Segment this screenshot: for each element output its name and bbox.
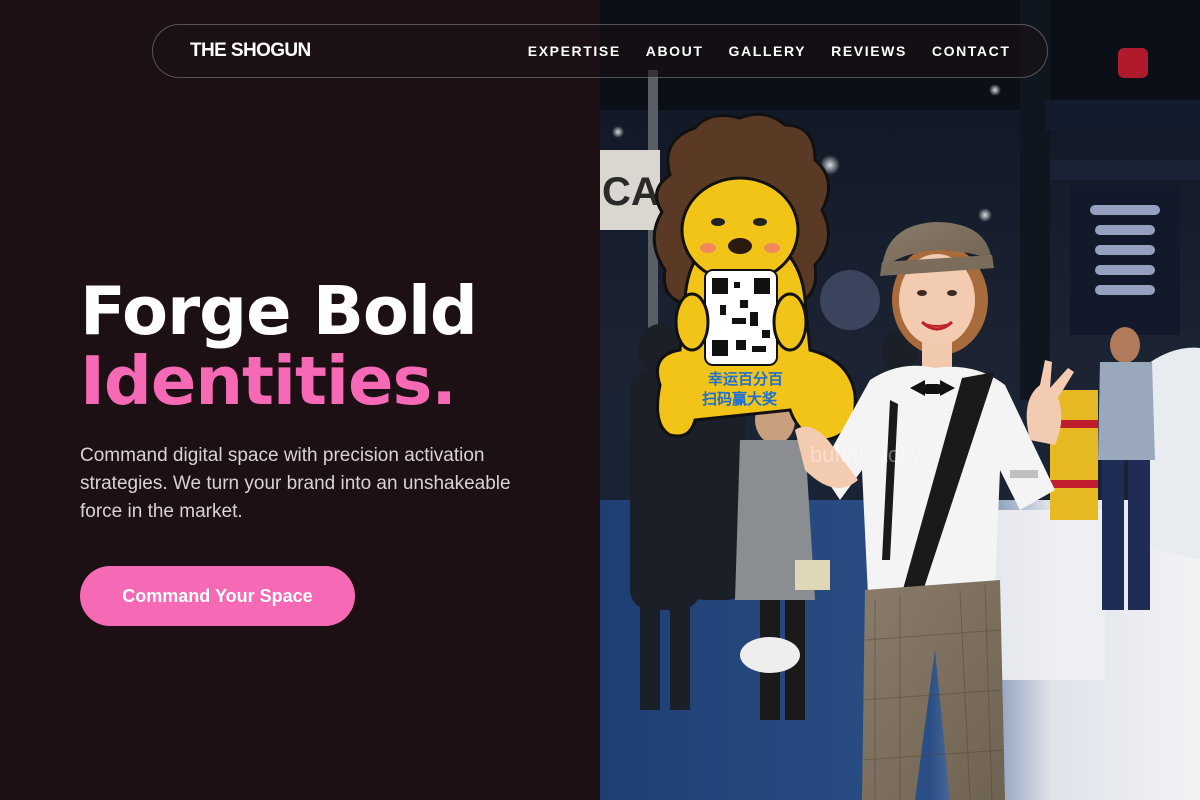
nav-links: EXPERTISE ABOUT GALLERY REVIEWS CONTACT bbox=[515, 43, 1023, 59]
hero-heading: Forge Bold Identities. bbox=[80, 272, 478, 420]
nav-link-gallery[interactable]: GALLERY bbox=[716, 43, 819, 59]
nav-link-about[interactable]: ABOUT bbox=[633, 43, 716, 59]
svg-text:CA: CA bbox=[602, 170, 660, 214]
nav-link-contact[interactable]: CONTACT bbox=[919, 43, 1023, 59]
nav-link-expertise[interactable]: EXPERTISE bbox=[515, 43, 633, 59]
sign-text-line-2: 扫码赢大奖 bbox=[702, 390, 778, 408]
hero-photo: CA 幸运百分百 扫码赢大奖 buffalo.tokyo bbox=[600, 0, 1200, 800]
photo-watermark: buffalo.tokyo bbox=[810, 442, 934, 467]
nav-link-reviews[interactable]: REVIEWS bbox=[819, 43, 920, 59]
sign-text-line-1: 幸运百分百 bbox=[708, 370, 783, 388]
hero-heading-line-2: Identities. bbox=[80, 342, 457, 420]
hero-subtitle: Command digital space with precision act… bbox=[80, 445, 511, 522]
top-navbar: THE SHOGUN EXPERTISE ABOUT GALLERY REVIE… bbox=[152, 24, 1048, 78]
brand-logo[interactable]: THE SHOGUN bbox=[190, 40, 311, 62]
command-your-space-button[interactable]: Command Your Space bbox=[80, 566, 355, 626]
hero-heading-line-1: Forge Bold bbox=[80, 272, 478, 350]
